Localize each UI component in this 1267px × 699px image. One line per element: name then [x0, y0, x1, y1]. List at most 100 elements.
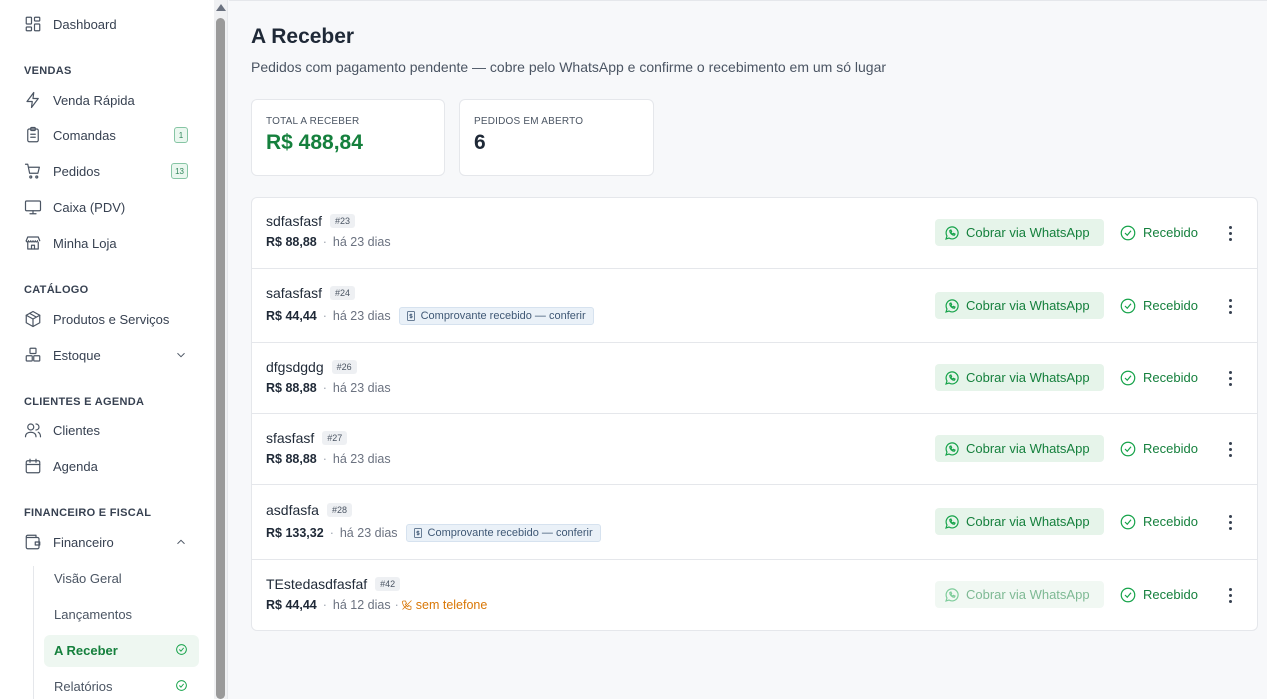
mark-received-button[interactable]: Recebido	[1119, 364, 1198, 391]
monitor-icon	[24, 198, 42, 216]
order-name: dfgsdgdg	[266, 359, 324, 375]
receipt-badge-label: Comprovante recebido — conferir	[420, 310, 586, 322]
no-phone-warning: · sem telefone	[395, 598, 488, 612]
check-circle-icon	[1120, 514, 1136, 529]
order-meta: R$ 44,44 · há 12 dias · sem telefone	[266, 598, 487, 612]
sidebar-item-pedidos[interactable]: Pedidos 13	[24, 160, 194, 182]
more-options-icon[interactable]	[1222, 439, 1238, 459]
order-name: asdfasfa	[266, 502, 319, 518]
order-name-wrap: safasfasf #24	[266, 285, 356, 301]
whatsapp-charge-button[interactable]: Cobrar via WhatsApp	[935, 508, 1104, 535]
separator-dot: ·	[322, 598, 327, 612]
sidebar-item-comandas[interactable]: Comandas 1	[24, 124, 194, 146]
sidebar: Dashboard VENDAS Venda Rápida Comandas 1…	[0, 0, 214, 699]
sidebar-item-caixa[interactable]: Caixa (PDV)	[24, 196, 194, 218]
sidebar-item-clientes[interactable]: Clientes	[24, 419, 194, 441]
receipt-received-badge[interactable]: Comprovante recebido — conferir	[398, 307, 594, 325]
whatsapp-icon	[945, 441, 959, 456]
order-number-badge: #28	[326, 503, 352, 517]
order-name: safasfasf	[266, 285, 323, 301]
receipt-received-badge[interactable]: Comprovante recebido — conferir	[405, 524, 601, 542]
whatsapp-button-label: Cobrar via WhatsApp	[966, 441, 1090, 456]
order-meta: R$ 133,32 · há 23 dias Comprovante receb…	[266, 524, 601, 542]
receipt-icon	[406, 311, 415, 321]
section-financeiro-fiscal: FINANCEIRO E FISCAL	[24, 507, 152, 519]
order-amount: R$ 44,44	[266, 598, 317, 612]
whatsapp-icon	[945, 298, 959, 313]
list-item: safasfasf #24 R$ 44,44 · há 23 dias Comp…	[252, 269, 1257, 343]
separator-dot: ·	[322, 235, 327, 249]
sidebar-item-produtos[interactable]: Produtos e Serviços	[24, 308, 194, 330]
comandas-count-badge: 1	[174, 127, 188, 143]
sidebar-subitem-lancamentos[interactable]: Lançamentos	[54, 604, 194, 624]
whatsapp-charge-button-disabled[interactable]: Cobrar via WhatsApp	[935, 581, 1104, 608]
order-name: sdfasfasf	[266, 213, 323, 229]
mark-received-button[interactable]: Recebido	[1119, 581, 1198, 608]
stat-label: TOTAL A RECEBER	[266, 116, 360, 127]
boxes-icon	[24, 346, 42, 364]
sidebar-item-estoque[interactable]: Estoque	[24, 344, 194, 366]
sidebar-item-agenda[interactable]: Agenda	[24, 455, 194, 477]
order-name-wrap: sdfasfasf #23	[266, 213, 356, 229]
sidebar-item-minha-loja[interactable]: Minha Loja	[24, 232, 194, 254]
more-options-icon[interactable]	[1222, 368, 1238, 388]
mark-received-button[interactable]: Recebido	[1119, 508, 1198, 535]
stat-card-open-orders: PEDIDOS EM ABERTO 6	[459, 99, 654, 176]
more-options-icon[interactable]	[1222, 512, 1238, 532]
more-options-icon[interactable]	[1222, 223, 1238, 243]
order-amount: R$ 88,88	[266, 235, 317, 249]
more-options-icon[interactable]	[1222, 585, 1238, 605]
mark-received-button[interactable]: Recebido	[1119, 435, 1198, 462]
order-name-wrap: sfasfasf #27	[266, 430, 348, 446]
whatsapp-charge-button[interactable]: Cobrar via WhatsApp	[935, 435, 1104, 462]
mark-received-button[interactable]: Recebido	[1119, 219, 1198, 246]
whatsapp-icon	[945, 370, 959, 385]
mark-received-button[interactable]: Recebido	[1119, 292, 1198, 319]
calendar-icon	[24, 457, 42, 475]
sidebar-scrollbar[interactable]	[214, 0, 228, 699]
section-vendas: VENDAS	[24, 65, 72, 77]
sidebar-item-label: Clientes	[53, 422, 100, 438]
stat-card-total: TOTAL A RECEBER R$ 488,84	[251, 99, 445, 176]
order-age: há 23 dias	[332, 381, 391, 395]
sidebar-subitem-a-receber[interactable]: A Receber	[54, 640, 194, 660]
stat-value: 6	[474, 131, 486, 154]
check-circle-icon	[1120, 441, 1136, 456]
more-options-icon[interactable]	[1222, 296, 1238, 316]
order-meta: R$ 88,88 · há 23 dias	[266, 381, 391, 395]
received-button-label: Recebido	[1143, 514, 1198, 529]
sidebar-item-label: Venda Rápida	[53, 92, 135, 108]
sidebar-subitem-visao-geral[interactable]: Visão Geral	[54, 568, 194, 588]
order-age: há 12 dias	[332, 598, 391, 612]
sidebar-item-financeiro[interactable]: Financeiro	[24, 531, 194, 553]
chevron-up-icon[interactable]	[174, 535, 188, 549]
order-age: há 23 dias	[332, 235, 391, 249]
sidebar-item-dashboard[interactable]: Dashboard	[24, 13, 194, 35]
order-name-wrap: asdfasfa #28	[266, 502, 352, 518]
list-item: asdfasfa #28 R$ 133,32 · há 23 dias Comp…	[252, 485, 1257, 560]
scrollbar-thumb[interactable]	[216, 18, 225, 699]
sidebar-item-venda-rapida[interactable]: Venda Rápida	[24, 89, 194, 111]
whatsapp-icon	[945, 514, 959, 529]
order-number-badge: #26	[331, 360, 357, 374]
page-subtitle: Pedidos com pagamento pendente — cobre p…	[251, 59, 887, 75]
cart-icon	[24, 162, 42, 180]
check-circle-icon	[175, 679, 188, 692]
whatsapp-charge-button[interactable]: Cobrar via WhatsApp	[935, 219, 1104, 246]
order-amount: R$ 44,44	[266, 309, 317, 323]
whatsapp-icon	[945, 225, 959, 240]
scroll-up-arrow-icon[interactable]	[216, 4, 226, 11]
chevron-down-icon[interactable]	[174, 348, 188, 362]
separator-dot: ·	[322, 309, 327, 323]
order-age: há 23 dias	[339, 526, 398, 540]
check-circle-icon	[175, 643, 188, 656]
check-circle-icon	[1120, 370, 1136, 385]
sidebar-subitem-relatorios[interactable]: Relatórios	[54, 676, 194, 696]
order-meta: R$ 88,88 · há 23 dias	[266, 235, 391, 249]
order-meta: R$ 88,88 · há 23 dias	[266, 452, 391, 466]
whatsapp-charge-button[interactable]: Cobrar via WhatsApp	[935, 292, 1104, 319]
order-amount: R$ 133,32	[266, 526, 324, 540]
whatsapp-charge-button[interactable]: Cobrar via WhatsApp	[935, 364, 1104, 391]
order-amount: R$ 88,88	[266, 452, 317, 466]
sidebar-item-label: Pedidos	[53, 163, 100, 179]
